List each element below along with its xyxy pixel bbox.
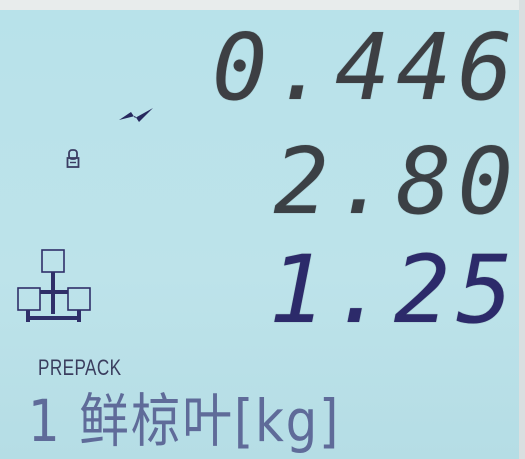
product-name: 1 鲜椋叶[kg] <box>28 387 341 455</box>
network-tree-icon <box>17 249 91 322</box>
total-price-readout: 1.25 <box>268 236 519 345</box>
lightning-icon <box>119 108 153 122</box>
prepack-label: PREPACK <box>38 355 122 380</box>
lcd-display: 0.446 2.80 1.25 PREPACK 1 鲜椋叶[kg] <box>0 0 525 459</box>
unit-price-readout: 2.80 <box>273 128 519 235</box>
weight-readout: 0.446 <box>212 14 519 121</box>
lock-icon <box>66 149 80 168</box>
